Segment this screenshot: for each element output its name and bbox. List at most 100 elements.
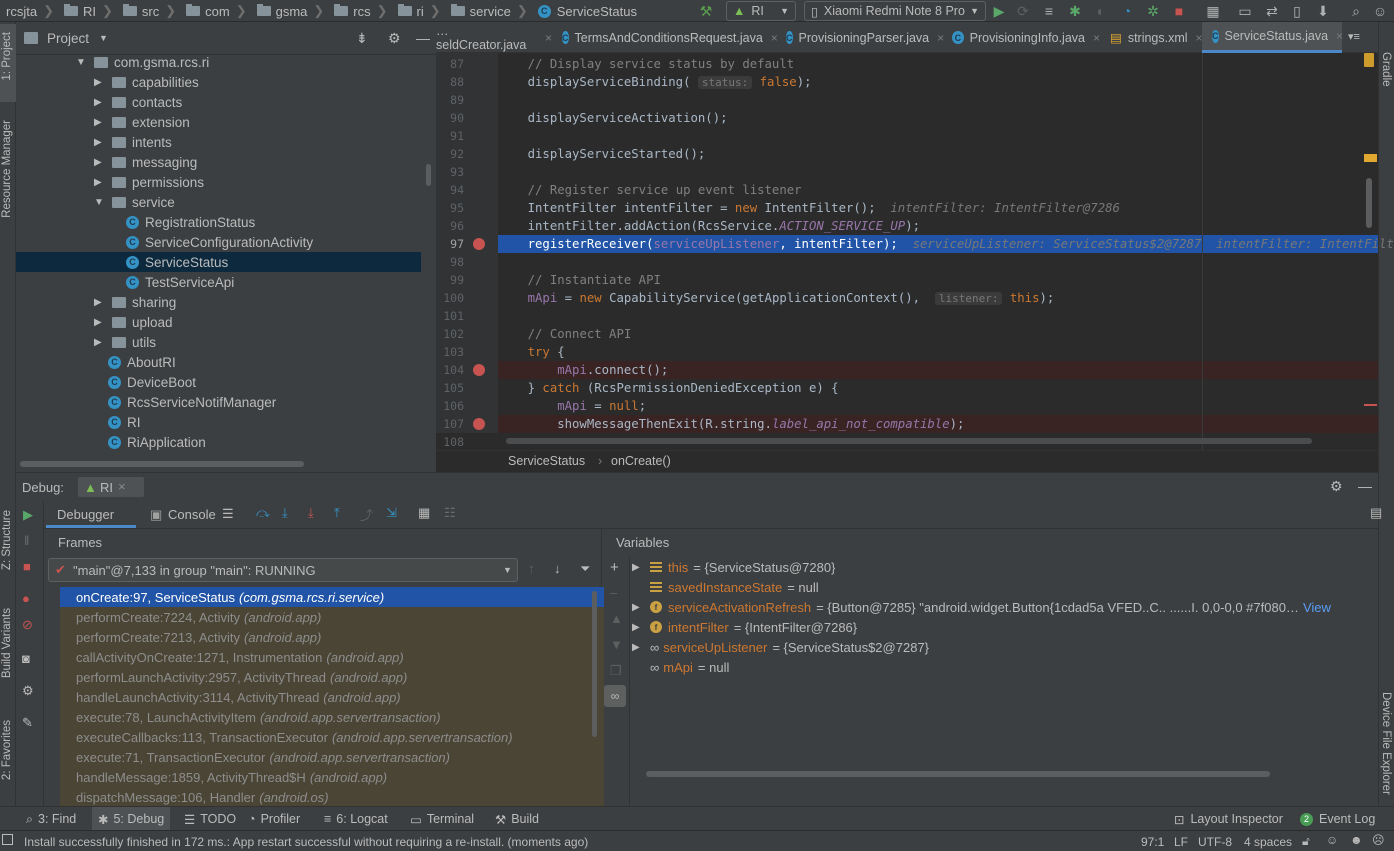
tool-tab[interactable]: ☰ TODO <box>184 807 236 831</box>
stack-frame[interactable]: execute:71, TransactionExecutor (android.… <box>60 747 604 767</box>
tool-tab[interactable]: ◔ Profiler <box>248 807 300 831</box>
tree-node[interactable]: C ServiceConfigurationActivity <box>16 232 421 252</box>
thread-select[interactable]: ✔ "main"@7,133 in group "main": RUNNING … <box>48 558 518 582</box>
evaluate-expression-icon[interactable]: ▦ <box>418 505 430 521</box>
tree-node[interactable]: ▶ contacts <box>16 92 421 112</box>
trace-icon[interactable]: ☷ <box>444 505 456 521</box>
device-file-explorer-tool-button[interactable]: Device File Explorer <box>1380 692 1392 795</box>
move-up-icon[interactable]: ▲ <box>610 611 623 626</box>
breadcrumb-item[interactable]: com ❯ <box>180 0 250 22</box>
resume-icon[interactable]: ▶ <box>23 507 33 523</box>
run-icon[interactable]: ▶ <box>990 0 1008 22</box>
force-step-into-icon[interactable]: ⤓ <box>308 505 314 521</box>
minimize-icon[interactable]: — <box>1358 478 1372 494</box>
tree-node[interactable]: C RI <box>16 412 421 432</box>
variable-row[interactable]: ▶ f intentFilter = {IntentFilter@7286} <box>632 617 1376 637</box>
tool-tab[interactable]: ⌕ 3: Find <box>26 807 76 831</box>
chevron-right-icon[interactable]: ▶ <box>94 97 106 108</box>
breadcrumb-item[interactable]: rcsjta ❯ <box>0 0 58 22</box>
view-link[interactable]: View <box>1303 600 1331 615</box>
chevron-right-icon[interactable]: ▶ <box>94 137 106 148</box>
chevron-right-icon[interactable]: ▶ <box>632 602 650 613</box>
watches-toggle-icon[interactable]: ∞ <box>604 685 626 707</box>
error-stripe-marker[interactable] <box>1364 404 1377 406</box>
rerun-icon[interactable]: ⟳ <box>1014 0 1032 22</box>
tree-node[interactable]: C TestServiceApi <box>16 272 421 292</box>
gear-icon[interactable]: ⚙ <box>22 683 34 699</box>
run-config-select[interactable]: ▲ RI ▼ <box>726 1 796 21</box>
stack-frame[interactable]: handleMessage:1859, ActivityThread$H (and… <box>60 767 604 787</box>
code-line[interactable]: registerReceiver(serviceUpListener, inte… <box>498 235 1394 253</box>
down-arrow-icon[interactable]: ↓ <box>554 561 561 576</box>
gear-icon[interactable]: ⚙ <box>388 30 401 47</box>
hammer-icon[interactable]: ⚒ <box>696 0 716 22</box>
collapse-all-icon[interactable]: ⇟ <box>356 30 368 47</box>
code-line[interactable]: displayServiceBinding( status: false); <box>498 73 1378 91</box>
tree-node[interactable]: ▶ sharing <box>16 292 421 312</box>
add-watch-icon[interactable]: + <box>610 559 619 576</box>
editor-tab[interactable]: …seldCreator.java × <box>436 22 552 53</box>
tree-node[interactable]: C DeviceBoot <box>16 372 421 392</box>
code-line[interactable] <box>498 307 1378 325</box>
tree-node[interactable]: C ServiceStatus <box>16 252 421 272</box>
code-line[interactable]: // Register service up event listener <box>498 181 1378 199</box>
layout-icon[interactable] <box>2 834 13 845</box>
editor-tab[interactable]: C ProvisioningParser.java × <box>776 22 944 53</box>
mute-breakpoints-icon[interactable]: ⊘ <box>22 617 33 633</box>
sync-icon[interactable]: ▭ <box>1236 0 1254 22</box>
tree-node[interactable]: ▶ utils <box>16 332 421 352</box>
chevron-down-icon[interactable]: ▼ <box>76 57 88 68</box>
apply-changes-icon[interactable]: ≡ <box>1040 0 1058 22</box>
code-line[interactable]: IntentFilter intentFilter = new IntentFi… <box>498 199 1378 217</box>
tree-node[interactable]: ▼ service <box>16 192 421 212</box>
variable-row[interactable]: ▶ f serviceActivationRefresh = {Button@7285… <box>632 597 1376 617</box>
code-line[interactable]: // Instantiate API <box>498 271 1378 289</box>
tab-debugger[interactable]: Debugger <box>46 501 136 528</box>
step-into-icon[interactable]: ⤓ <box>282 505 288 521</box>
sdk-manager-icon[interactable]: ⬇ <box>1314 0 1332 22</box>
chevron-right-icon[interactable]: ▶ <box>94 117 106 128</box>
chevron-down-icon[interactable]: ▼ <box>99 33 108 43</box>
chevron-right-icon[interactable]: ▶ <box>94 337 106 348</box>
user-icon[interactable]: ☺ <box>1370 0 1390 22</box>
stack-frame[interactable]: callActivityOnCreate:1271, Instrumentati… <box>60 647 604 667</box>
chevron-right-icon[interactable]: ▶ <box>94 297 106 308</box>
close-icon[interactable]: × <box>118 479 126 494</box>
stack-frame[interactable]: executeCallbacks:113, TransactionExecuto… <box>60 727 604 747</box>
drop-frame-icon[interactable]: ⤴ <box>360 505 373 524</box>
stop-icon[interactable]: ■ <box>23 559 31 574</box>
editor-tab[interactable]: ▤ strings.xml × <box>1100 22 1203 53</box>
chevron-right-icon[interactable]: ▶ <box>632 562 650 573</box>
breadcrumb-method[interactable]: onCreate() <box>611 454 671 468</box>
editor-tab[interactable]: C TermsAndConditionsRequest.java × <box>552 22 778 53</box>
structure-tool-button[interactable]: Z: Structure <box>1 510 13 570</box>
hide-icon[interactable]: — <box>416 30 430 46</box>
stack-frame[interactable]: execute:78, LaunchActivityItem (android.a… <box>60 707 604 727</box>
chevron-right-icon[interactable]: ▶ <box>94 317 106 328</box>
stack-frame[interactable]: handleLaunchActivity:3114, ActivityThrea… <box>60 687 604 707</box>
lock-icon[interactable]: 🔓︎ <box>1302 834 1310 849</box>
error-stripe-marker[interactable] <box>1364 154 1377 162</box>
gradle-tool-button[interactable]: Gradle <box>1380 52 1392 87</box>
filter-icon[interactable]: ⏷ <box>580 561 590 577</box>
frames-scrollbar[interactable] <box>592 591 597 737</box>
stop-icon[interactable]: ■ <box>1170 0 1188 22</box>
file-encoding[interactable]: UTF-8 <box>1198 835 1232 849</box>
remove-watch-icon[interactable]: – <box>610 585 617 600</box>
tree-node[interactable]: ▶ extension <box>16 112 421 132</box>
horizontal-scrollbar[interactable] <box>20 461 304 467</box>
copy-icon[interactable]: ❐ <box>610 663 622 679</box>
resource-manager-tool-button[interactable]: Resource Manager <box>1 120 13 218</box>
debug-icon[interactable]: ✱ <box>1066 0 1084 22</box>
favorites-tool-button[interactable]: 2: Favorites <box>1 720 13 780</box>
tree-node[interactable]: C RiApplication <box>16 432 421 452</box>
chevron-right-icon[interactable]: ▶ <box>94 77 106 88</box>
indent-setting[interactable]: 4 spaces <box>1244 835 1292 849</box>
code-line[interactable]: intentFilter.addAction(RcsService.ACTION… <box>498 217 1378 235</box>
tool-tab[interactable]: ✱ 5: Debug <box>92 807 171 831</box>
attach-debugger-icon[interactable]: ✲ <box>1144 0 1162 22</box>
breadcrumb-item[interactable]: rcs ❯ <box>328 0 391 22</box>
breadcrumb-item[interactable]: RI ❯ <box>58 0 117 22</box>
breadcrumb-item[interactable]: src ❯ <box>117 0 180 22</box>
stack-frame[interactable]: performCreate:7224, Activity (android.app… <box>60 607 604 627</box>
